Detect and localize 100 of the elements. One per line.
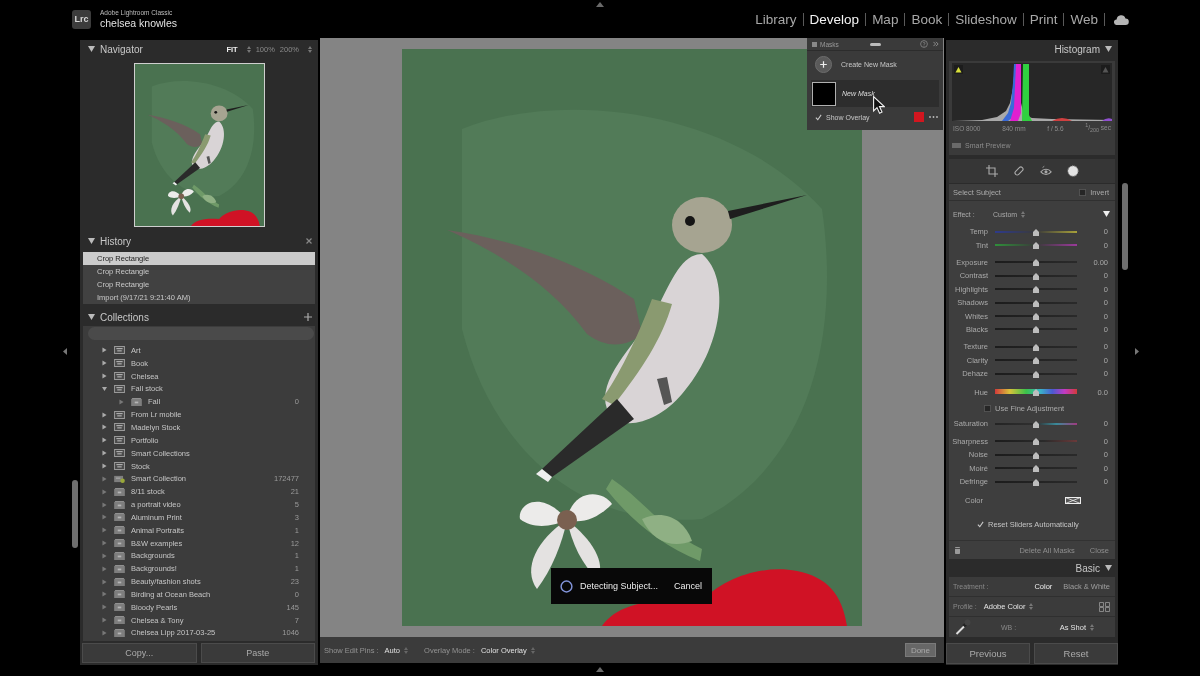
expand-triangle-icon[interactable] [102,591,107,598]
slider-track[interactable] [995,477,1077,486]
stepper-icon[interactable] [308,45,312,53]
panel-button[interactable]: Previous [946,643,1030,664]
color-swatch-icon[interactable] [914,112,924,122]
expand-triangle-icon[interactable] [102,411,107,418]
slider-track[interactable] [995,227,1077,236]
dotted-circle-icon[interactable] [1066,165,1079,177]
slider-thumb[interactable] [1033,272,1039,280]
search-field[interactable] [88,327,314,340]
collapse-arrow-icon[interactable] [596,2,604,7]
grid-icon[interactable] [1099,601,1110,612]
expand-triangle-icon[interactable] [102,527,107,534]
expand-triangle-icon[interactable] [102,347,107,354]
slider-thumb[interactable] [1033,465,1039,473]
slider-track[interactable] [995,356,1077,365]
slider-thumb[interactable] [1033,326,1039,334]
expand-triangle-icon[interactable] [102,552,107,559]
expand-triangle-icon[interactable] [102,437,107,444]
expand-triangle-icon[interactable] [102,488,107,495]
expand-triangle-icon[interactable] [102,373,107,380]
expand-triangle-icon[interactable] [102,578,107,585]
disclosure-triangle-icon[interactable] [88,238,95,244]
expand-triangle-icon[interactable] [102,501,107,508]
slider-track[interactable] [995,258,1077,267]
panel-button[interactable]: Copy... [82,643,197,663]
module-tab[interactable]: Web [1064,11,1104,27]
crop-icon[interactable] [985,165,998,177]
slider-thumb[interactable] [1033,478,1039,486]
slider-track[interactable] [995,285,1077,294]
slider-track[interactable] [995,464,1077,473]
module-tab[interactable]: Develop [803,11,866,27]
eye-icon[interactable] [1039,165,1052,177]
expand-triangle-icon[interactable] [119,398,124,405]
stepper-icon[interactable] [246,45,251,53]
slider-track[interactable] [995,450,1077,459]
slider-track[interactable] [995,342,1077,351]
slider-thumb[interactable] [1033,451,1039,459]
slider-thumb[interactable] [1033,259,1039,267]
module-tab[interactable]: Map [866,11,905,27]
plus-icon[interactable] [304,313,312,321]
panel-arrow-icon[interactable] [63,348,67,355]
expand-triangle-icon[interactable] [102,424,107,431]
expand-triangle-icon[interactable] [102,565,107,572]
module-tab[interactable]: Slideshow [949,11,1023,27]
expand-triangle-icon[interactable] [102,514,107,521]
expand-triangle-icon[interactable] [102,450,107,457]
no-color-swatch-icon[interactable] [1065,496,1081,504]
scrollbar-thumb[interactable] [72,480,78,548]
highlight-clipping-icon[interactable] [1101,65,1110,74]
slider-track[interactable] [995,388,1077,397]
slider-thumb[interactable] [1033,389,1039,397]
slider-thumb[interactable] [1033,286,1039,294]
slider-thumb[interactable] [1033,357,1039,365]
shadow-clipping-icon[interactable] [954,65,963,74]
slider-thumb[interactable] [1033,343,1039,351]
cancel-button[interactable]: Cancel [674,581,702,591]
slider-track[interactable] [995,241,1077,250]
eyedropper-icon[interactable] [955,619,971,635]
panel-button[interactable]: Reset [1034,643,1118,664]
disclosure-triangle-icon[interactable] [1103,211,1110,217]
slider-track[interactable] [995,325,1077,334]
module-tab[interactable]: Library [749,11,803,27]
checkbox[interactable] [1079,188,1087,196]
slider-thumb[interactable] [1033,299,1039,307]
slider-track[interactable] [995,312,1077,321]
expand-triangle-icon[interactable] [102,385,107,392]
slider-track[interactable] [995,369,1077,378]
cloud-icon[interactable] [1113,13,1129,25]
disclosure-triangle-icon[interactable] [88,314,95,320]
slider-thumb[interactable] [1033,313,1039,321]
slider-track[interactable] [995,420,1077,428]
slider-track[interactable] [995,271,1077,280]
checkbox[interactable] [984,405,991,413]
drag-handle-icon[interactable] [869,42,881,46]
disclosure-triangle-icon[interactable] [1105,565,1112,571]
slider-thumb[interactable] [1033,421,1039,428]
expand-triangle-icon[interactable] [102,360,107,367]
expand-triangle-icon[interactable] [102,617,107,624]
navigator-preview-drawing[interactable] [133,63,265,227]
expand-triangle-icon[interactable] [102,604,107,611]
disclosure-triangle-icon[interactable] [1105,46,1112,52]
panel-arrow-icon[interactable] [1135,348,1139,355]
bandage-icon[interactable] [1012,165,1025,177]
double-chevron-icon[interactable] [933,41,939,47]
expand-triangle-icon[interactable] [102,630,107,636]
expand-triangle-icon[interactable] [102,463,107,469]
module-tab[interactable]: Book [905,11,949,27]
slider-thumb[interactable] [1033,242,1039,250]
scrollbar-thumb[interactable] [1122,183,1128,270]
slider-track[interactable] [995,437,1077,446]
expand-triangle-icon[interactable] [102,540,107,547]
disclosure-triangle-icon[interactable] [88,46,95,52]
slider-thumb[interactable] [1033,438,1039,446]
panel-button[interactable]: Paste [200,643,315,663]
slider-thumb[interactable] [1033,228,1039,236]
collapse-arrow-icon[interactable] [596,667,604,672]
expand-triangle-icon[interactable] [102,475,107,482]
slider-track[interactable] [995,298,1077,307]
slider-thumb[interactable] [1033,370,1039,378]
